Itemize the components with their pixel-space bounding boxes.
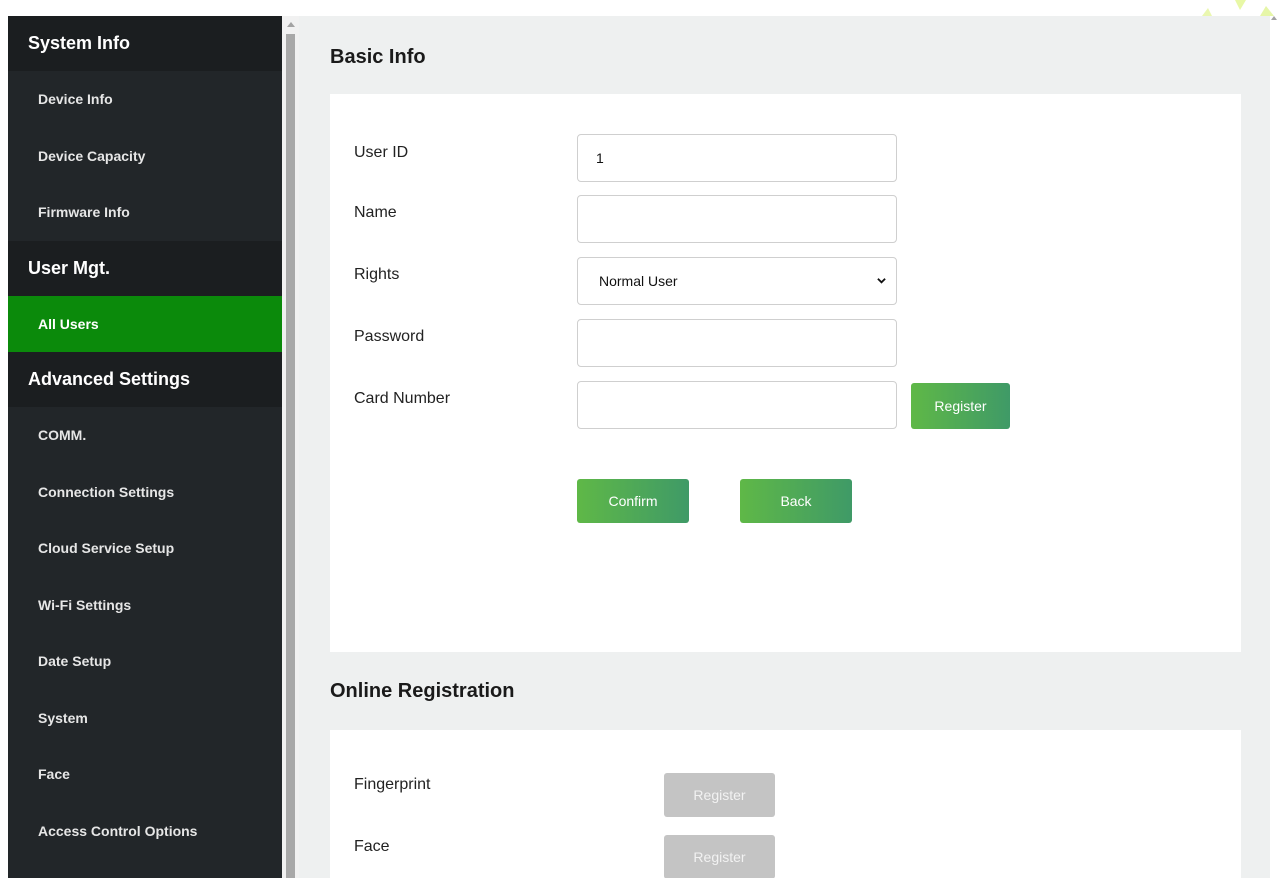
sidebar-item-connection-settings[interactable]: Connection Settings [8,464,282,521]
card-number-input[interactable] [577,381,897,429]
sidebar-item-all-users[interactable]: All Users [8,295,282,352]
page-scrollbar[interactable] [1270,16,1279,878]
scrollbar-thumb[interactable] [286,34,295,878]
sidebar-item-face[interactable]: Face [8,746,282,803]
brand-logo-fragment [1202,0,1274,16]
fingerprint-label: Fingerprint [354,776,431,793]
face-register-button[interactable]: Register [664,835,775,878]
sidebar-section-system-info[interactable]: System Info [8,16,282,71]
sidebar-item-access-control-options[interactable]: Access Control Options [8,803,282,860]
online-registration-card: Fingerprint Register Face Register [330,730,1241,878]
sidebar-item-comm[interactable]: COMM. [8,407,282,464]
password-label: Password [354,328,425,345]
sidebar: System Info Device Info Device Capacity … [8,16,282,878]
sidebar-section-user-mgt[interactable]: User Mgt. [8,240,282,296]
rights-select[interactable]: Normal User [577,257,897,305]
name-input[interactable] [577,195,897,243]
main-content: Basic Info User ID 1 Name Rights Normal … [299,16,1270,878]
rights-label: Rights [354,266,400,283]
sidebar-item-device-info[interactable]: Device Info [8,71,282,128]
page-scroll-up-arrow-icon[interactable] [1271,16,1277,20]
sidebar-item-firmware-info[interactable]: Firmware Info [8,184,282,241]
sidebar-item-cloud-service-setup[interactable]: Cloud Service Setup [8,520,282,577]
back-button[interactable]: Back [740,479,852,523]
fingerprint-register-button[interactable]: Register [664,773,775,817]
password-input[interactable] [577,319,897,367]
user-id-input[interactable]: 1 [577,134,897,182]
online-registration-title: Online Registration [330,680,515,702]
rights-selected-value: Normal User [599,273,678,289]
sidebar-item-wifi-settings[interactable]: Wi-Fi Settings [8,577,282,634]
name-label: Name [354,204,397,221]
basic-info-title: Basic Info [330,46,426,68]
sidebar-scrollbar[interactable] [282,16,299,878]
card-register-button[interactable]: Register [911,383,1010,429]
basic-info-card: User ID 1 Name Rights Normal User Passwo… [330,94,1241,652]
sidebar-item-device-capacity[interactable]: Device Capacity [8,128,282,185]
sidebar-section-advanced-settings[interactable]: Advanced Settings [8,352,282,407]
chevron-down-icon [877,278,886,284]
scroll-up-arrow-icon[interactable] [282,16,299,32]
confirm-button[interactable]: Confirm [577,479,689,523]
sidebar-item-system[interactable]: System [8,690,282,747]
card-number-label: Card Number [354,390,451,407]
user-id-label: User ID [354,144,409,161]
sidebar-item-date-setup[interactable]: Date Setup [8,633,282,690]
face-label: Face [354,838,390,855]
